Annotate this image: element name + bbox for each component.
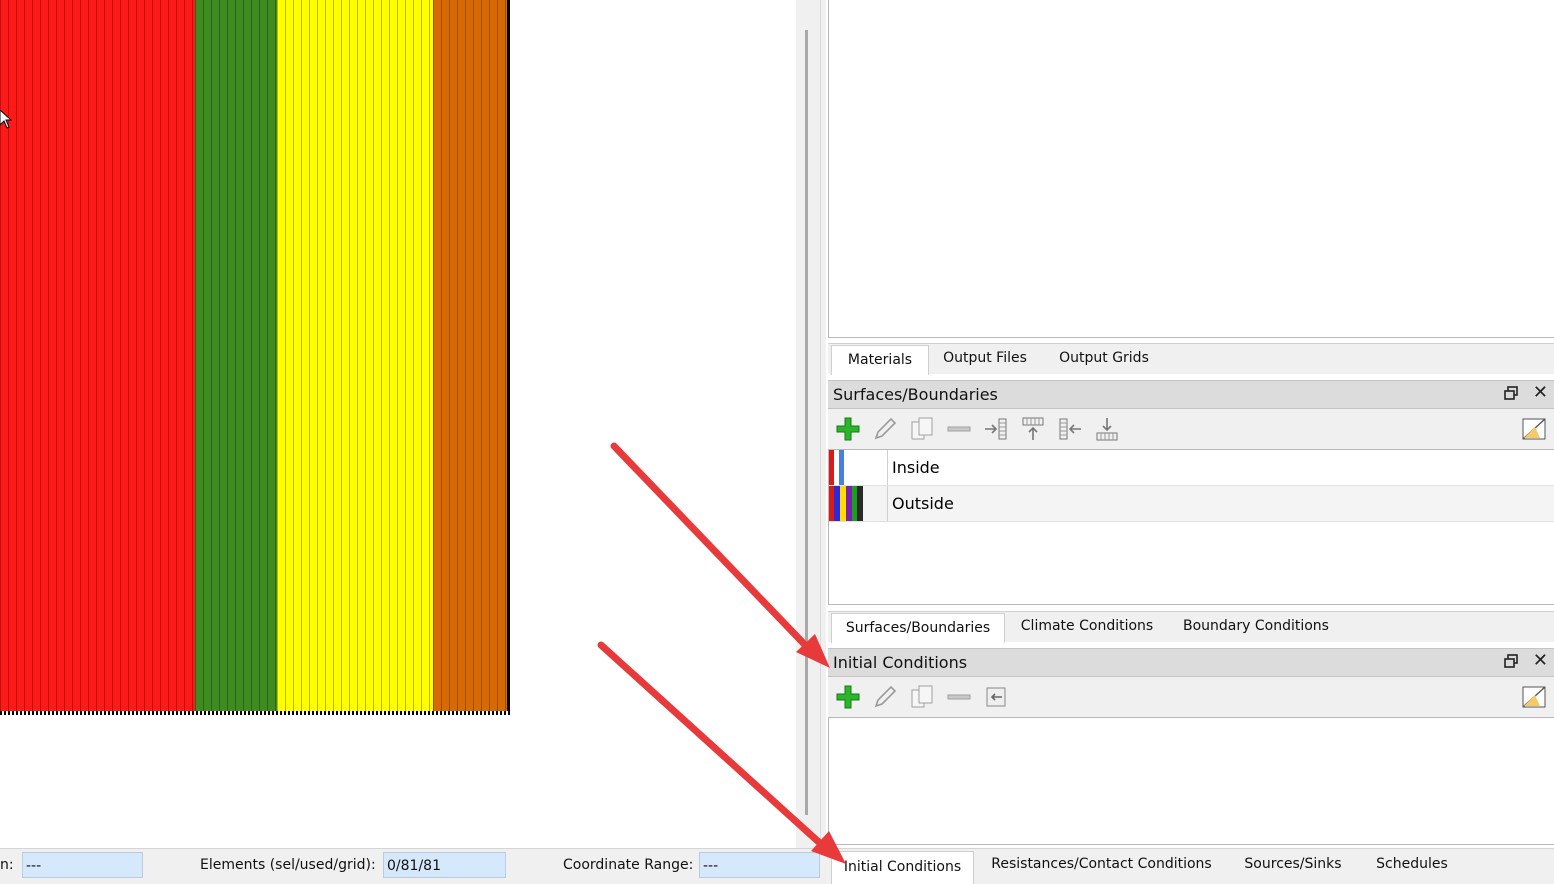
tab-schedules[interactable]: Schedules <box>1362 850 1462 879</box>
list-item[interactable]: Inside <box>829 450 1554 486</box>
canvas-bottom-edge <box>0 711 510 715</box>
tab-surfaces-boundaries[interactable]: Surfaces/Boundaries <box>831 613 1005 643</box>
tab-resistances-contact-conditions[interactable]: Resistances/Contact Conditions <box>979 850 1224 879</box>
mouse-cursor-icon <box>0 110 12 129</box>
elements-label: Elements (sel/used/grid): <box>200 857 376 873</box>
status-first-field: --- <box>22 852 143 878</box>
list-item-label: Inside <box>892 458 940 477</box>
status-bar: n: --- Elements (sel/used/grid): 0/81/81… <box>0 848 1554 884</box>
copy-icon[interactable] <box>908 683 936 711</box>
assign-bottom-icon[interactable] <box>1093 415 1121 443</box>
remove-icon[interactable] <box>945 415 973 443</box>
surfaces-list[interactable]: Inside Outside <box>828 449 1554 605</box>
assign-left-icon[interactable] <box>1056 415 1084 443</box>
color-swatch <box>829 486 888 521</box>
canvas-right-edge <box>507 0 510 715</box>
construction-canvas[interactable] <box>0 0 800 845</box>
toggle-visibility-icon[interactable] <box>1520 683 1548 711</box>
top-tab-bar: Materials Output Files Output Grids <box>828 343 1554 375</box>
tab-output-files[interactable]: Output Files <box>930 344 1040 373</box>
initial-conditions-title: Initial Conditions <box>833 653 968 672</box>
color-swatch <box>829 450 888 485</box>
list-item[interactable]: Outside <box>829 486 1554 522</box>
material-band-orange[interactable] <box>433 0 507 713</box>
surfaces-toolbar <box>828 409 1554 449</box>
splitter-scroll-handle[interactable] <box>805 30 808 815</box>
material-band-green[interactable] <box>195 0 277 713</box>
list-item-label: Outside <box>892 494 954 513</box>
float-window-icon[interactable] <box>1504 386 1518 400</box>
close-icon[interactable]: ✕ <box>1533 650 1548 671</box>
status-first-label: n: <box>0 857 14 873</box>
initial-conditions-list[interactable] <box>828 717 1554 845</box>
panel-splitter[interactable] <box>796 0 826 848</box>
add-icon[interactable] <box>834 415 862 443</box>
initial-conditions-title-bar: Initial Conditions ✕ <box>828 648 1554 677</box>
middle-tab-bar: Surfaces/Boundaries Climate Conditions B… <box>828 611 1554 643</box>
assign-right-icon[interactable] <box>982 415 1010 443</box>
toggle-visibility-icon[interactable] <box>1520 415 1548 443</box>
close-icon[interactable]: ✕ <box>1533 382 1548 403</box>
coordinate-range-field: --- <box>699 852 820 878</box>
material-band-yellow[interactable] <box>277 0 433 713</box>
edit-icon[interactable] <box>871 415 899 443</box>
edit-icon[interactable] <box>871 683 899 711</box>
splitter-divider <box>820 0 821 848</box>
assign-top-icon[interactable] <box>1019 415 1047 443</box>
assign-icon[interactable] <box>982 683 1010 711</box>
add-icon[interactable] <box>834 683 862 711</box>
tab-initial-conditions[interactable]: Initial Conditions <box>831 851 974 884</box>
materials-view <box>828 0 1554 338</box>
tab-climate-conditions[interactable]: Climate Conditions <box>1006 612 1168 641</box>
remove-icon[interactable] <box>945 683 973 711</box>
tab-materials[interactable]: Materials <box>831 345 929 375</box>
surfaces-boundaries-title-bar: Surfaces/Boundaries ✕ <box>828 380 1554 409</box>
tab-output-grids[interactable]: Output Grids <box>1044 344 1164 373</box>
float-window-icon[interactable] <box>1504 654 1518 668</box>
coordinate-range-label: Coordinate Range: <box>563 857 694 873</box>
tab-sources-sinks[interactable]: Sources/Sinks <box>1230 850 1356 879</box>
elements-field: 0/81/81 <box>383 852 506 878</box>
material-band-red[interactable] <box>0 0 195 713</box>
surfaces-boundaries-title: Surfaces/Boundaries <box>833 385 998 404</box>
tab-boundary-conditions[interactable]: Boundary Conditions <box>1171 612 1341 641</box>
copy-icon[interactable] <box>908 415 936 443</box>
initial-conditions-toolbar <box>828 677 1554 717</box>
